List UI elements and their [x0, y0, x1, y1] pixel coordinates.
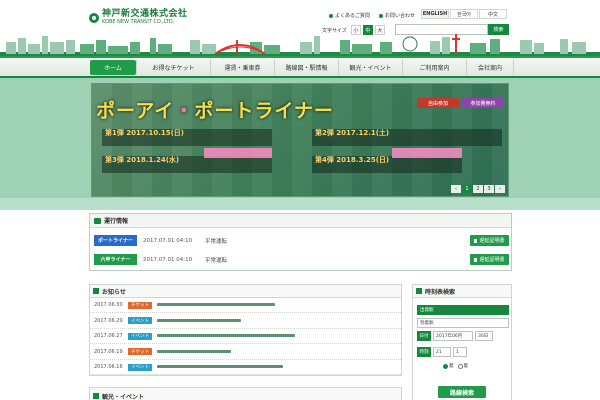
nav-guide[interactable]: ご利用案内	[402, 60, 466, 75]
delay-certificate-button-rokko[interactable]: 遅延証明書	[470, 254, 509, 265]
hour-select[interactable]: 21	[433, 347, 451, 357]
bullet-icon	[379, 13, 384, 18]
news-icon	[93, 288, 99, 294]
tourism-title: 観光・イベント	[102, 393, 145, 400]
depart-radio[interactable]: 発	[443, 363, 454, 369]
event-panel-2: 第2弾 2017.12.1(土)	[312, 129, 502, 146]
day-select[interactable]: 30日	[475, 331, 493, 341]
tourism-panel-header: 観光・イベント	[89, 387, 402, 400]
timetable-search-panel: 時刻表検索 出発駅 到着駅 日付 2017年06月 30日 時刻 21 1 発 …	[412, 284, 512, 400]
tag-free-entry: 自由参加	[417, 98, 459, 108]
news-date: 2017.06.30	[94, 302, 123, 308]
logo-name-en: KOBE NEW TRANSIT CO.,LTD.	[102, 19, 175, 25]
month-select[interactable]: 2017年06月	[433, 331, 473, 341]
train-status-title: 運行情報	[104, 218, 129, 225]
news-category-badge: イベント	[128, 332, 152, 340]
site-header: 神戸新交通株式会社 KOBE NEW TRANSIT CO.,LTD. よくある…	[0, 0, 600, 62]
news-date: 2017.06.19	[94, 348, 123, 355]
logo-name-ja: 神戸新交通株式会社	[102, 9, 188, 19]
clock-icon	[416, 288, 422, 294]
headline-text-placeholder	[157, 365, 283, 368]
line-tag-rokko-liner[interactable]: 六甲ライナー	[94, 254, 137, 265]
news-headline-link[interactable]	[157, 333, 295, 339]
nav-discount-tickets[interactable]: お得なチケット	[136, 60, 210, 75]
faq-link[interactable]: よくあるご質問	[329, 12, 370, 19]
language-switcher: ENGLISH 한국어 中文	[421, 9, 507, 19]
status-time: 2017.07.01 04:10	[143, 237, 193, 244]
news-category-badge: チケット	[128, 348, 152, 355]
utility-links: よくあるご質問 お問い合わせ	[329, 12, 415, 19]
global-nav: ホーム お得なチケット 運賃・乗車券 路線図・駅情報 観光・イベント ご利用案内…	[0, 58, 600, 78]
event-badge-pink-2	[392, 148, 462, 158]
event-panel-3: 第3弾 2018.1.24(水)	[102, 156, 272, 173]
lang-chinese[interactable]: 中文	[479, 9, 507, 19]
status-time: 2017.07.01 04:10	[143, 256, 193, 263]
event-panel-4: 第4弾 2018.3.25(日)	[312, 156, 462, 173]
news-category-badge: イベント	[128, 363, 152, 371]
slider-page-1[interactable]: 1	[462, 185, 472, 193]
minute-select[interactable]: 1	[453, 347, 467, 357]
news-headline-link[interactable]	[157, 349, 231, 355]
train-status-row: 六甲ライナー 2017.07.01 04:10 平常運転	[94, 254, 227, 265]
line-tag-port-liner[interactable]: ポートライナー	[94, 235, 137, 246]
nav-company[interactable]: 会社案内	[466, 60, 514, 75]
news-item[interactable]: 2017.06.16 イベント	[90, 360, 401, 375]
train-status-panel: 運行情報 ポートライナー 2017.07.01 04:10 平常運転 遅延証明書…	[89, 213, 512, 271]
news-item[interactable]: 2017.06.27 イベント	[90, 329, 401, 344]
tag-free-fee: 参加費無料	[462, 98, 504, 108]
slider-prev-icon[interactable]: ‹	[451, 185, 461, 193]
news-headline-link[interactable]	[157, 364, 283, 370]
train-status-row: ポートライナー 2017.07.01 04:10 平常運転	[94, 235, 227, 246]
slider-campaign-title: ポーアイ・ポートライナー	[96, 100, 334, 122]
headline-text-placeholder	[157, 303, 275, 306]
time-label: 時刻	[417, 347, 431, 357]
news-item[interactable]: 2017.06.19 チケット	[90, 345, 401, 360]
delay-certificate-button-port[interactable]: 遅延証明書	[470, 235, 509, 246]
news-category-badge: イベント	[128, 317, 152, 324]
news-date: 2017.06.29	[94, 317, 123, 324]
arrive-radio[interactable]: 着	[457, 363, 468, 369]
route-search-button[interactable]: 路線検索	[438, 386, 486, 398]
status-message: 平常運転	[205, 238, 228, 245]
slider-next-icon[interactable]: ›	[495, 185, 505, 193]
status-message: 平常運転	[205, 257, 228, 264]
site-logo[interactable]: 神戸新交通株式会社 KOBE NEW TRANSIT CO.,LTD.	[89, 10, 188, 25]
event-panel-1: 第1弾 2017.10.15(日)	[102, 129, 272, 146]
nav-fares[interactable]: 運賃・乗車券	[210, 60, 274, 75]
news-title: お知らせ	[102, 288, 126, 296]
lang-korean[interactable]: 한국어	[450, 9, 478, 19]
news-category-badge: チケット	[128, 301, 152, 309]
news-headline-link[interactable]	[157, 318, 241, 324]
date-label: 日付	[417, 331, 431, 341]
event-badge-pink-1	[204, 148, 272, 158]
slider-pager: ‹ 1 2 3 ›	[451, 185, 505, 193]
lang-english[interactable]: ENGLISH	[421, 9, 449, 19]
headline-text-placeholder	[157, 349, 231, 353]
tourism-icon	[93, 393, 99, 399]
nav-home[interactable]: ホーム	[90, 60, 136, 75]
slider-page-2[interactable]: 2	[473, 185, 483, 193]
nav-tourism-events[interactable]: 観光・イベント	[338, 60, 402, 75]
news-headline-link[interactable]	[157, 302, 275, 308]
news-date: 2017.06.16	[94, 364, 123, 370]
news-item[interactable]: 2017.06.29 イベント	[90, 314, 401, 329]
bullet-icon	[329, 13, 333, 18]
hero-slider[interactable]: ポーアイ・ポートライナー 自由参加 参加費無料 第1弾 2017.10.15(日…	[91, 83, 509, 197]
departure-station-select[interactable]: 出発駅	[417, 305, 509, 315]
logo-mark-icon	[89, 12, 99, 23]
train-icon	[94, 217, 101, 224]
headline-text-placeholder	[157, 334, 295, 337]
nav-route-map[interactable]: 路線図・駅情報	[274, 60, 338, 75]
news-panel: お知らせ 2017.06.30 チケット 2017.06.29 イベント 2017.06…	[89, 284, 402, 376]
news-item[interactable]: 2017.06.30 チケット	[90, 298, 401, 313]
slider-page-3[interactable]: 3	[484, 185, 494, 193]
headline-text-placeholder	[157, 318, 241, 322]
contact-link[interactable]: お問い合わせ	[379, 12, 415, 19]
news-date: 2017.06.27	[94, 333, 123, 339]
timetable-title: 時刻表検索	[425, 288, 456, 296]
arrival-station-select[interactable]: 到着駅	[417, 318, 509, 328]
